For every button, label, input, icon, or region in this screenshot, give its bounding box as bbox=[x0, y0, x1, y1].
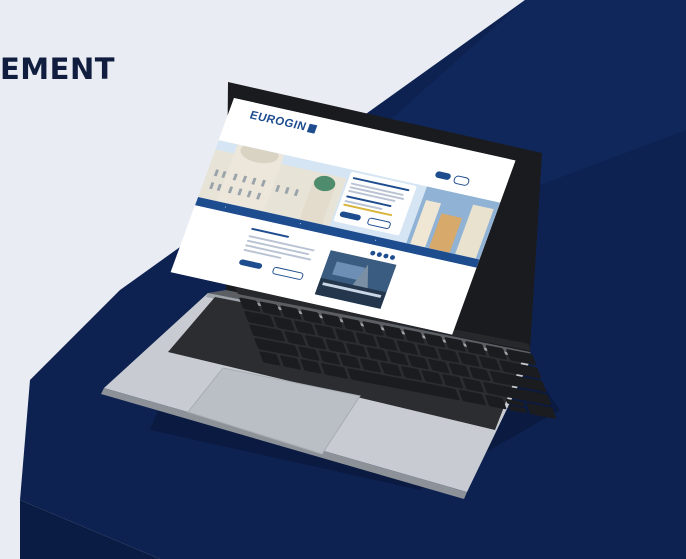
social-icon[interactable] bbox=[369, 250, 376, 256]
event-photo bbox=[314, 250, 397, 309]
strip-item: ▪ bbox=[374, 238, 377, 243]
strip-item: ▪ bbox=[299, 221, 302, 226]
site-nav bbox=[333, 150, 368, 162]
social-icon[interactable] bbox=[376, 251, 383, 258]
body-primary-button[interactable] bbox=[238, 258, 263, 270]
register-button[interactable] bbox=[434, 170, 452, 181]
body-secondary-button[interactable] bbox=[271, 266, 305, 281]
social-icon[interactable] bbox=[389, 254, 396, 261]
login-button[interactable] bbox=[452, 174, 471, 187]
hero-primary-button[interactable] bbox=[338, 210, 362, 221]
strip-item: ▪ bbox=[224, 205, 227, 210]
scene: EMENT EUROGIN ▪ ▪ ▪ bbox=[0, 0, 686, 559]
logo-mark-icon bbox=[306, 123, 317, 134]
hero-secondary-button[interactable] bbox=[366, 217, 392, 230]
social-icon[interactable] bbox=[382, 253, 390, 259]
